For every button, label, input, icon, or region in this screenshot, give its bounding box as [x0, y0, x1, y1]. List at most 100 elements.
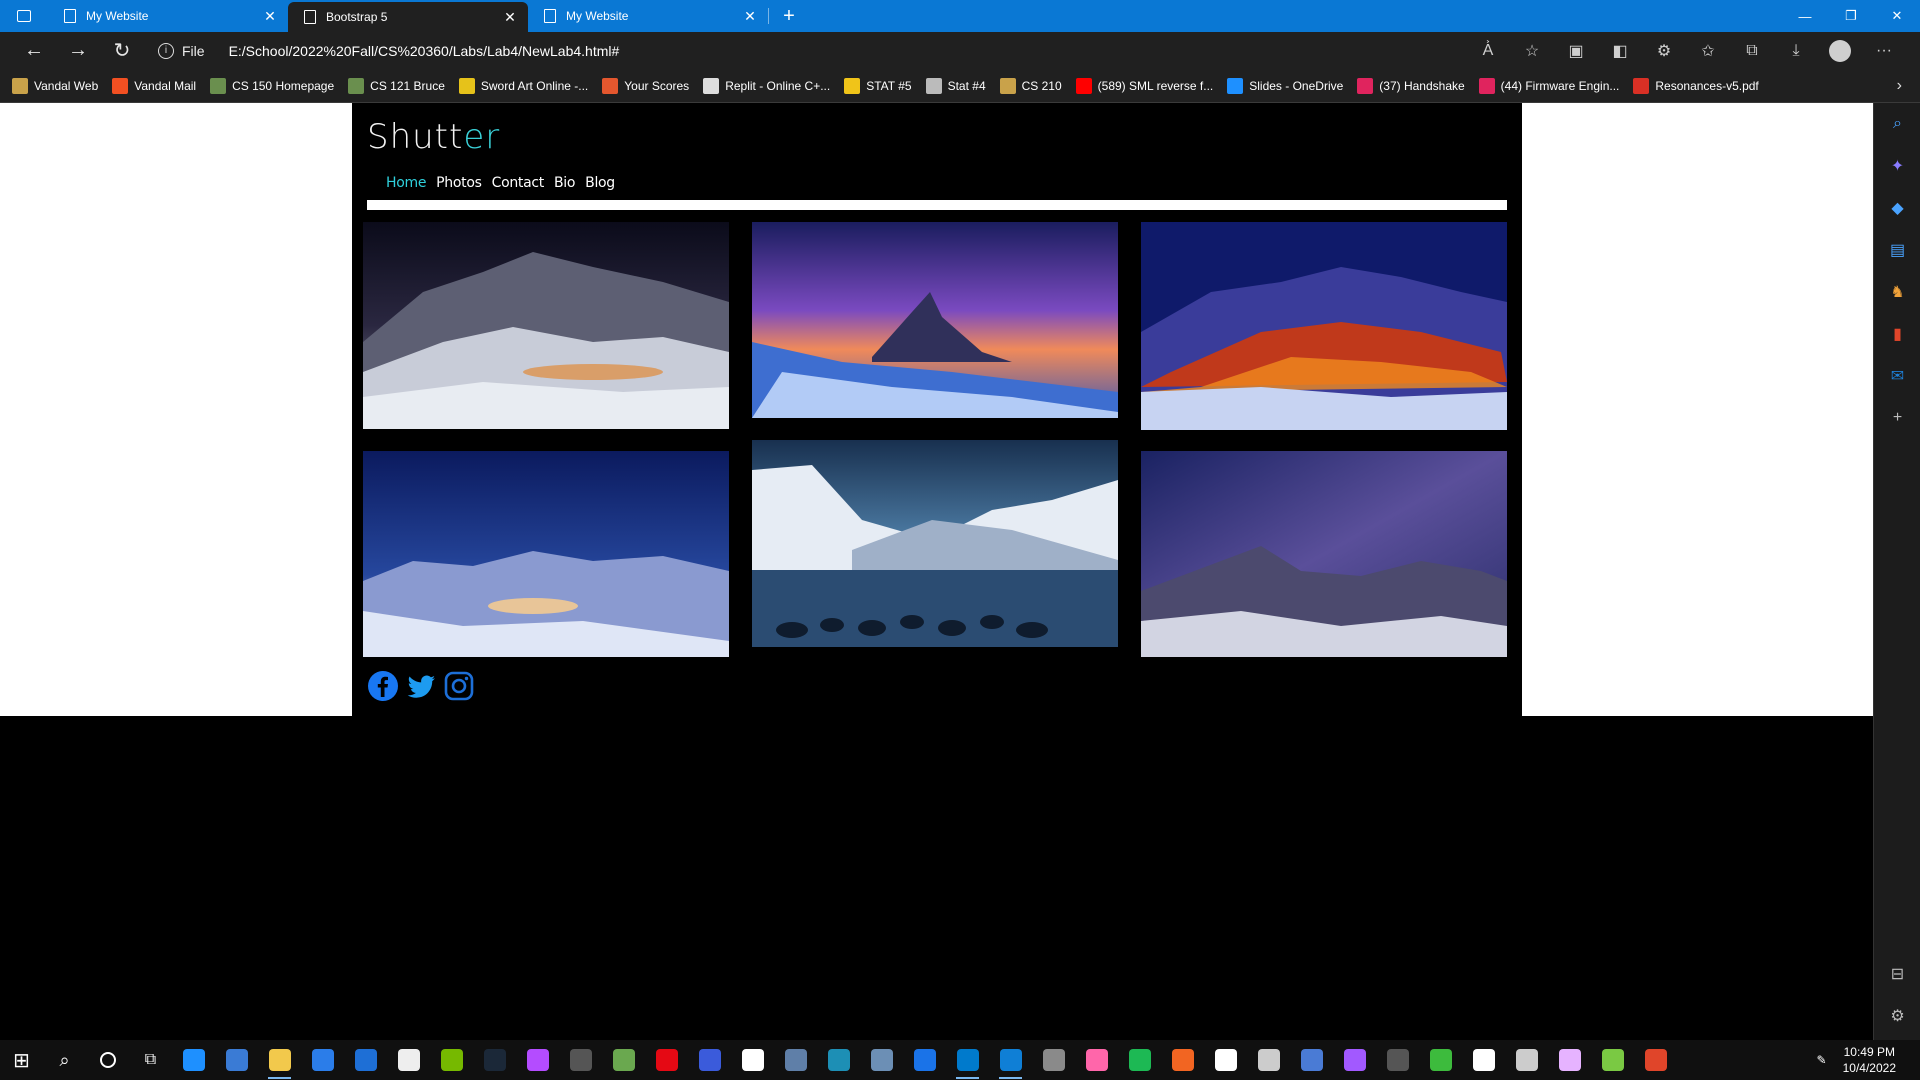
bookmark-item[interactable]: Replit - Online C+...: [703, 77, 830, 94]
taskbar-app-button[interactable]: [1505, 1040, 1548, 1080]
gallery-photo-6[interactable]: [1141, 451, 1507, 657]
office-icon[interactable]: ▮: [1874, 313, 1920, 355]
bookmark-item[interactable]: CS 210: [999, 77, 1062, 94]
taskbar-app-button[interactable]: [1634, 1040, 1677, 1080]
tab-close-icon[interactable]: ✕: [262, 8, 278, 25]
taskbar-app-button[interactable]: [215, 1040, 258, 1080]
taskbar-app-button[interactable]: [1075, 1040, 1118, 1080]
bookmark-item[interactable]: Slides - OneDrive: [1227, 77, 1343, 94]
task-view-button[interactable]: ⧉: [129, 1040, 172, 1080]
refresh-icon[interactable]: ↻: [100, 35, 144, 67]
taskbar-app-button[interactable]: [1118, 1040, 1161, 1080]
back-icon[interactable]: ←: [12, 35, 56, 67]
gallery-photo-5[interactable]: [752, 440, 1118, 647]
taskbar-app-button[interactable]: [1419, 1040, 1462, 1080]
taskbar-app-button[interactable]: [903, 1040, 946, 1080]
taskbar-app-button[interactable]: [731, 1040, 774, 1080]
collections-icon[interactable]: ⧉: [1730, 35, 1774, 67]
pen-icon[interactable]: ✎: [1817, 1053, 1827, 1067]
taskbar-app-button[interactable]: [1290, 1040, 1333, 1080]
outlook-icon[interactable]: ✉: [1874, 355, 1920, 397]
taskbar-app-button[interactable]: [1161, 1040, 1204, 1080]
taskbar-app-button[interactable]: [1204, 1040, 1247, 1080]
address-field[interactable]: i File E:/School/2022%20Fall/CS%20360/La…: [148, 36, 619, 66]
bookmark-item[interactable]: CS 121 Bruce: [348, 77, 445, 94]
extension-icon[interactable]: ▣: [1554, 35, 1598, 67]
taskbar-app-button[interactable]: [301, 1040, 344, 1080]
taskbar-app-button[interactable]: [1591, 1040, 1634, 1080]
gallery-photo-2[interactable]: [752, 222, 1118, 418]
taskbar-app-button[interactable]: [817, 1040, 860, 1080]
instagram-icon[interactable]: [443, 670, 475, 702]
bookmarks-overflow-icon[interactable]: ›: [1897, 77, 1902, 95]
clock[interactable]: 10:49 PM 10/4/2022: [1843, 1044, 1896, 1076]
bookmark-item[interactable]: Vandal Mail: [112, 77, 196, 94]
nav-bio[interactable]: Bio: [554, 175, 575, 191]
taskbar-app-button[interactable]: [559, 1040, 602, 1080]
new-tab-button[interactable]: +: [769, 0, 809, 32]
nav-contact[interactable]: Contact: [492, 175, 545, 191]
downloads-icon[interactable]: ⤓: [1774, 35, 1818, 67]
tools-icon[interactable]: ▤: [1874, 229, 1920, 271]
nav-home[interactable]: Home: [386, 175, 426, 191]
tab-close-icon[interactable]: ✕: [502, 9, 518, 26]
tab-close-icon[interactable]: ✕: [742, 8, 758, 25]
taskbar-app-button[interactable]: [1032, 1040, 1075, 1080]
bookmark-item[interactable]: (589) SML reverse f...: [1075, 77, 1213, 94]
minimize-icon[interactable]: —: [1782, 0, 1828, 32]
taskbar-app-button[interactable]: [387, 1040, 430, 1080]
taskbar-app-button[interactable]: [430, 1040, 473, 1080]
profile-button[interactable]: [1818, 35, 1862, 67]
taskbar-app-button[interactable]: [1376, 1040, 1419, 1080]
bookmark-item[interactable]: CS 150 Homepage: [210, 77, 334, 94]
nav-photos[interactable]: Photos: [436, 175, 482, 191]
taskbar-app-button[interactable]: [258, 1040, 301, 1080]
shopping-icon[interactable]: ◆: [1874, 187, 1920, 229]
taskbar-app-button[interactable]: [602, 1040, 645, 1080]
info-icon[interactable]: i: [158, 42, 174, 59]
twitter-icon[interactable]: [405, 670, 437, 702]
restore-icon[interactable]: ❐: [1828, 0, 1874, 32]
taskbar-app-button[interactable]: [645, 1040, 688, 1080]
forward-icon[interactable]: →: [56, 35, 100, 67]
taskbar-app-button[interactable]: [344, 1040, 387, 1080]
bookmark-item[interactable]: Resonances-v5.pdf: [1633, 77, 1759, 94]
bookmark-item[interactable]: Vandal Web: [12, 77, 98, 94]
tab-actions-button[interactable]: [0, 0, 48, 32]
taskbar-app-button[interactable]: [473, 1040, 516, 1080]
bookmark-item[interactable]: (37) Handshake: [1357, 77, 1465, 94]
bookmark-item[interactable]: STAT #5: [844, 77, 912, 94]
gallery-photo-4[interactable]: [363, 451, 729, 657]
facebook-icon[interactable]: [367, 670, 399, 702]
site-logo[interactable]: Shutter: [367, 117, 500, 157]
tab-3[interactable]: My Website ✕: [528, 0, 768, 32]
start-button[interactable]: ⊞: [0, 1040, 43, 1080]
bookmark-item[interactable]: Stat #4: [925, 77, 986, 94]
bookmark-item[interactable]: Your Scores: [602, 77, 689, 94]
close-window-icon[interactable]: ✕: [1874, 0, 1920, 32]
taskbar-app-button[interactable]: [989, 1040, 1032, 1080]
favorites-icon[interactable]: ✩: [1686, 35, 1730, 67]
games-icon[interactable]: ♞: [1874, 271, 1920, 313]
bookmark-item[interactable]: (44) Firmware Engin...: [1478, 77, 1619, 94]
taskbar-app-button[interactable]: [1247, 1040, 1290, 1080]
taskbar-app-button[interactable]: [688, 1040, 731, 1080]
tab-2[interactable]: Bootstrap 5 ✕: [288, 2, 528, 32]
bookmark-item[interactable]: Sword Art Online -...: [458, 77, 588, 94]
url-text[interactable]: E:/School/2022%20Fall/CS%20360/Labs/Lab4…: [229, 43, 620, 59]
search-icon[interactable]: ⌕: [1874, 103, 1920, 145]
tab-1[interactable]: My Website ✕: [48, 0, 288, 32]
extension-icon[interactable]: ◧: [1598, 35, 1642, 67]
more-menu-icon[interactable]: ···: [1862, 35, 1906, 67]
settings-icon[interactable]: ⚙: [1874, 995, 1920, 1037]
read-aloud-icon[interactable]: A͐: [1466, 35, 1510, 67]
extensions-icon[interactable]: ⚙: [1642, 35, 1686, 67]
taskbar-app-button[interactable]: [516, 1040, 559, 1080]
taskbar-app-button[interactable]: [860, 1040, 903, 1080]
gallery-photo-3[interactable]: [1141, 222, 1507, 430]
taskbar-app-button[interactable]: [774, 1040, 817, 1080]
add-icon[interactable]: +: [1874, 397, 1920, 439]
nav-blog[interactable]: Blog: [585, 175, 615, 191]
taskbar-app-button[interactable]: [1462, 1040, 1505, 1080]
taskbar-app-button[interactable]: [172, 1040, 215, 1080]
